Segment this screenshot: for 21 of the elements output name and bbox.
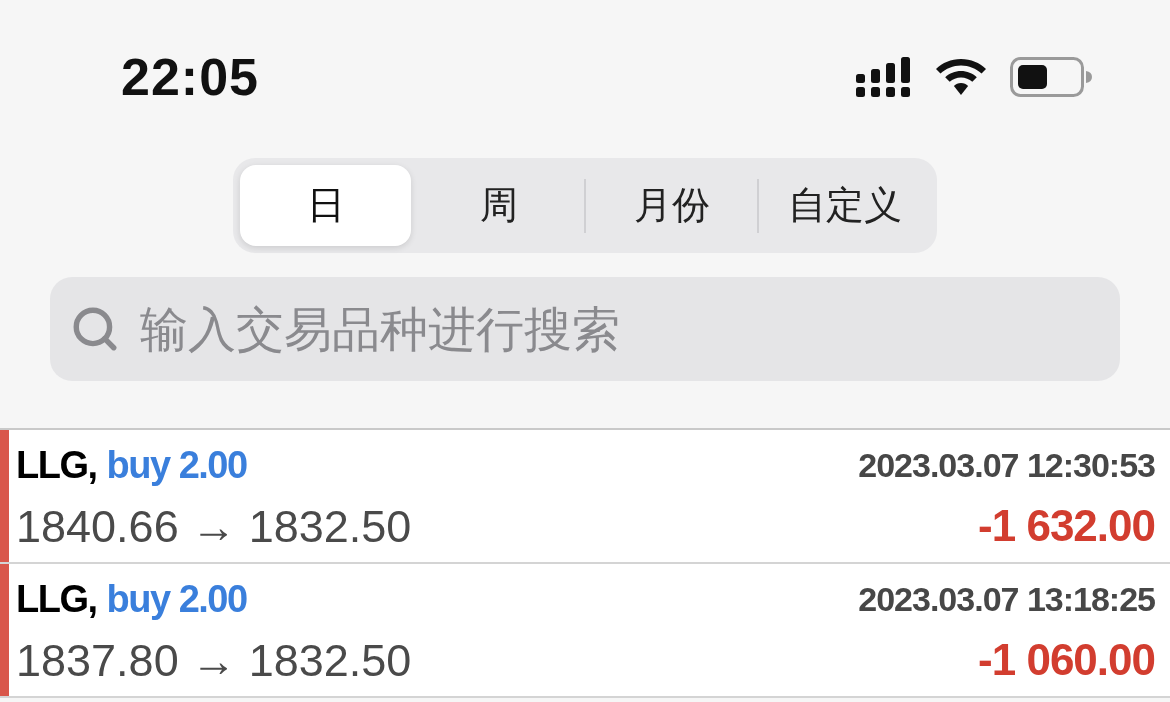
period-tab[interactable]: 月份 xyxy=(586,165,757,246)
battery-icon xyxy=(1010,57,1092,97)
period-tab[interactable]: 自定义 xyxy=(759,165,930,246)
profit-value: -1 632.00 xyxy=(978,504,1155,548)
symbol-label: LLG, xyxy=(16,580,97,618)
order-label: buy 2.00 xyxy=(106,446,247,484)
status-time: 22:05 xyxy=(121,51,259,103)
trade-time: 2023.03.07 12:30:53 xyxy=(858,448,1155,482)
search-field[interactable]: 输入交易品种进行搜索 xyxy=(50,277,1120,381)
trade-time: 2023.03.07 13:18:25 xyxy=(858,582,1155,616)
order-label: buy 2.00 xyxy=(106,580,247,618)
symbol-label: LLG, xyxy=(16,446,97,484)
price-change: 1840.66 → 1832.50 xyxy=(16,503,412,549)
period-tab[interactable]: 周 xyxy=(413,165,584,246)
wifi-icon xyxy=(936,59,986,95)
trade-row[interactable]: LLG, buy 2.00 2023.03.07 12:30:53 1840.66 → 1832.50 -1 632.00 xyxy=(0,430,1170,564)
signal-icon xyxy=(856,57,912,97)
period-tab[interactable]: 日 xyxy=(240,165,411,246)
trade-row[interactable]: LLG, buy 2.00 2023.03.07 13:18:25 1837.80 → 1832.50 -1 060.00 xyxy=(0,564,1170,698)
price-change: 1837.80 → 1832.50 xyxy=(16,637,412,683)
profit-value: -1 060.00 xyxy=(978,638,1155,682)
